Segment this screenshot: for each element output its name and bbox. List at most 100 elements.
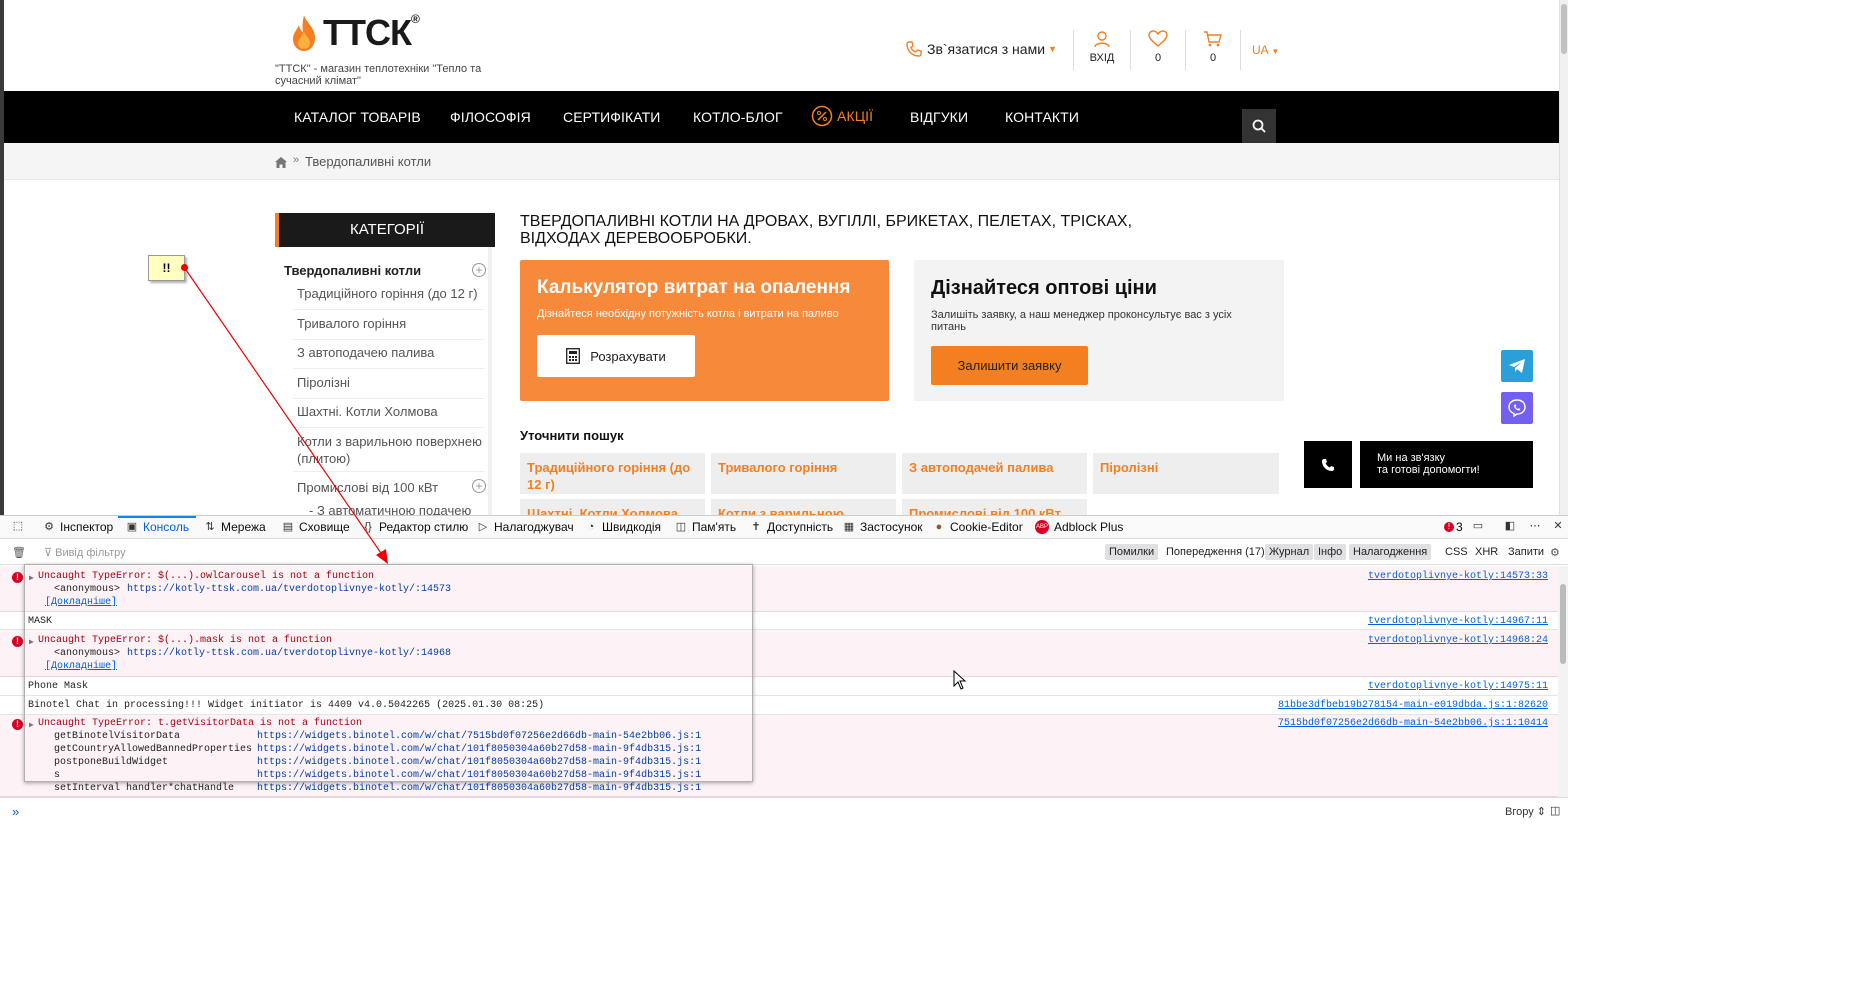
category-item[interactable]: Промислові від 100 кВт: [297, 479, 487, 496]
tab-performance[interactable]: ◔ Швидкодія: [585, 520, 661, 534]
cookie-icon: ●: [935, 521, 943, 533]
category-item[interactable]: Піролізні: [297, 374, 487, 391]
user-icon: [1094, 31, 1110, 48]
learn-more-link[interactable]: [Докладніше]: [45, 597, 117, 608]
stack-url[interactable]: https://widgets.binotel.com/w/chat/101f8…: [257, 757, 701, 768]
stack-url[interactable]: https://kotly-ttsk.com.ua/tverdotoplivny…: [127, 648, 451, 659]
nav-philosophy[interactable]: ФІЛОСОФІЯ: [450, 109, 531, 125]
wishlist-button[interactable]: 0: [1138, 30, 1178, 64]
expand-plus-icon[interactable]: +: [472, 479, 486, 493]
category-item[interactable]: Шахтні. Котли Холмова: [297, 403, 487, 420]
filter-chip[interactable]: З автоподачей палива: [902, 453, 1087, 494]
telegram-button[interactable]: [1501, 350, 1533, 382]
callback-button[interactable]: [1304, 441, 1352, 488]
stack-url[interactable]: https://widgets.binotel.com/w/chat/101f8…: [257, 783, 701, 794]
tab-memory[interactable]: ◫ Пам'ять: [675, 520, 736, 534]
source-link[interactable]: tverdotoplivnye-kotly:14573:33: [1368, 571, 1548, 582]
filter-chip[interactable]: Піролізні: [1093, 453, 1279, 494]
search-button[interactable]: [1242, 109, 1276, 143]
error-icon: !: [12, 636, 23, 647]
filter-chip[interactable]: Традиційного горіння (до 12 г): [520, 453, 705, 494]
console-scrollbar[interactable]: [1558, 566, 1568, 804]
input-mode-select[interactable]: Вгору ⇕: [1505, 805, 1546, 818]
filter-xhr[interactable]: XHR: [1471, 544, 1502, 560]
filter-input[interactable]: ⊽ Вивід фільтру: [44, 546, 126, 559]
language-switcher[interactable]: UA ▼: [1252, 43, 1279, 57]
element-picker-icon[interactable]: ⬚: [12, 520, 29, 532]
calculate-button[interactable]: Розрахувати: [537, 335, 695, 377]
filter-chip[interactable]: Котли з варильною: [711, 499, 896, 515]
learn-more-link[interactable]: [Докладніше]: [45, 661, 117, 672]
category-item[interactable]: Котли з варильною поверхнею (плитою): [297, 433, 487, 467]
console-filter-bar: 🗑 ⊽ Вивід фільтру Помилки Попередження (…: [0, 540, 1568, 565]
trash-icon[interactable]: 🗑: [12, 546, 26, 559]
nav-promo[interactable]: АКЦІЇ: [811, 105, 873, 127]
filter-logs[interactable]: Журнал: [1265, 544, 1314, 560]
tab-storage[interactable]: ▤ Сховище: [282, 520, 350, 534]
home-icon[interactable]: [275, 155, 287, 173]
source-link[interactable]: tverdotoplivnye-kotly:14968:24: [1368, 635, 1548, 646]
expand-plus-icon[interactable]: +: [472, 263, 486, 277]
filter-errors[interactable]: Помилки: [1105, 544, 1159, 560]
nav-reviews[interactable]: ВІДГУКИ: [910, 109, 968, 125]
stack-fn: <anonymous>: [54, 584, 121, 595]
source-link[interactable]: tverdotoplivnye-kotly:14967:11: [1368, 616, 1548, 627]
site-logo[interactable]: ТТСК®: [289, 12, 420, 54]
category-item[interactable]: Традиційного горіння (до 12 г): [297, 285, 487, 302]
filter-chip[interactable]: Шахтні. Котли Холмова: [520, 499, 705, 515]
more-options-icon[interactable]: ⋯: [1529, 520, 1546, 532]
category-item[interactable]: З автоподачею палива: [297, 344, 487, 361]
source-link[interactable]: 7515bd0f07256e2d66db-main-54e2bb06.js:1:…: [1278, 718, 1548, 729]
tab-inspector[interactable]: ⚙ Інспектор: [43, 520, 113, 534]
tab-network[interactable]: ⇅ Мережа: [204, 520, 265, 534]
nav-certificates[interactable]: СЕРТИФІКАТИ: [563, 109, 660, 125]
contact-dropdown[interactable]: Зв`язатися з нами ▼: [905, 40, 1057, 58]
responsive-mode-icon[interactable]: ▭: [1472, 520, 1489, 532]
nav-catalog[interactable]: КАТАЛОГ ТОВАРІВ: [294, 109, 421, 125]
viber-button[interactable]: [1501, 392, 1533, 424]
tab-adblock-plus[interactable]: ABP Adblock Plus: [1035, 520, 1123, 534]
stack-url[interactable]: https://widgets.binotel.com/w/chat/101f8…: [257, 744, 701, 755]
source-link[interactable]: 81bbe3dfbeb19b278154-main-e019dbda.js:1:…: [1278, 700, 1548, 711]
expand-arrow-icon[interactable]: ▶: [29, 573, 34, 583]
leave-request-button[interactable]: Залишити заявку: [931, 346, 1088, 385]
category-subitem[interactable]: - З автоматичною подачею: [309, 502, 499, 515]
category-top[interactable]: Твердопаливні котли: [284, 263, 421, 278]
filter-requests[interactable]: Запити: [1504, 544, 1548, 560]
wishlist-count: 0: [1154, 52, 1162, 64]
nav-contacts[interactable]: КОНТАКТИ: [1005, 109, 1079, 125]
nav-blog[interactable]: КОТЛО-БЛОГ: [693, 109, 783, 125]
tab-debugger[interactable]: ▷ Налагоджувач: [477, 520, 574, 534]
support-widget[interactable]: Ми на зв'язку та готові допомогти!: [1360, 441, 1533, 488]
source-link[interactable]: tverdotoplivnye-kotly:14975:11: [1368, 681, 1548, 692]
expand-arrow-icon[interactable]: ▶: [29, 637, 34, 647]
page-scrollbar[interactable]: [1559, 0, 1568, 515]
dock-side-icon[interactable]: ◧: [1504, 520, 1521, 532]
expand-arrow-icon[interactable]: ▶: [29, 720, 34, 730]
stack-url[interactable]: https://widgets.binotel.com/w/chat/101f8…: [257, 770, 701, 781]
stack-url[interactable]: https://kotly-ttsk.com.ua/tverdotoplivny…: [127, 584, 451, 595]
tab-accessibility[interactable]: ✝ Доступність: [750, 520, 833, 534]
category-item[interactable]: Тривалого горіння: [297, 315, 487, 332]
error-counter[interactable]: ! 3: [1444, 520, 1463, 534]
tab-style-editor[interactable]: {} Редактор стилю: [362, 520, 468, 534]
tab-cookie-editor[interactable]: ● Cookie-Editor: [933, 520, 1023, 534]
filter-warnings[interactable]: Попередження (17): [1162, 544, 1269, 560]
cart-button[interactable]: 0: [1193, 30, 1233, 64]
close-icon[interactable]: ✕: [1552, 520, 1569, 532]
filter-chip[interactable]: Промислові від 100 кВт: [902, 499, 1087, 515]
stack-url[interactable]: https://widgets.binotel.com/w/chat/7515b…: [257, 731, 701, 742]
console-input[interactable]: [20, 804, 1420, 818]
filter-css[interactable]: CSS: [1441, 544, 1472, 560]
filter-debug[interactable]: Налагодження: [1349, 544, 1432, 560]
sticky-note[interactable]: !!: [148, 255, 188, 281]
contact-label: Зв`язатися з нами: [927, 41, 1046, 57]
tab-console[interactable]: ▣ Консоль: [126, 520, 189, 534]
login-button[interactable]: ВХІД: [1082, 30, 1122, 64]
filter-info[interactable]: Інфо: [1314, 544, 1347, 560]
category-scrollbar[interactable]: [488, 247, 492, 515]
filter-chip[interactable]: Тривалого горіння: [711, 453, 896, 494]
split-console-icon[interactable]: ◫: [1550, 804, 1560, 817]
gear-icon[interactable]: ⚙: [1550, 546, 1560, 559]
tab-application[interactable]: ▦ Застосунок: [843, 520, 923, 534]
